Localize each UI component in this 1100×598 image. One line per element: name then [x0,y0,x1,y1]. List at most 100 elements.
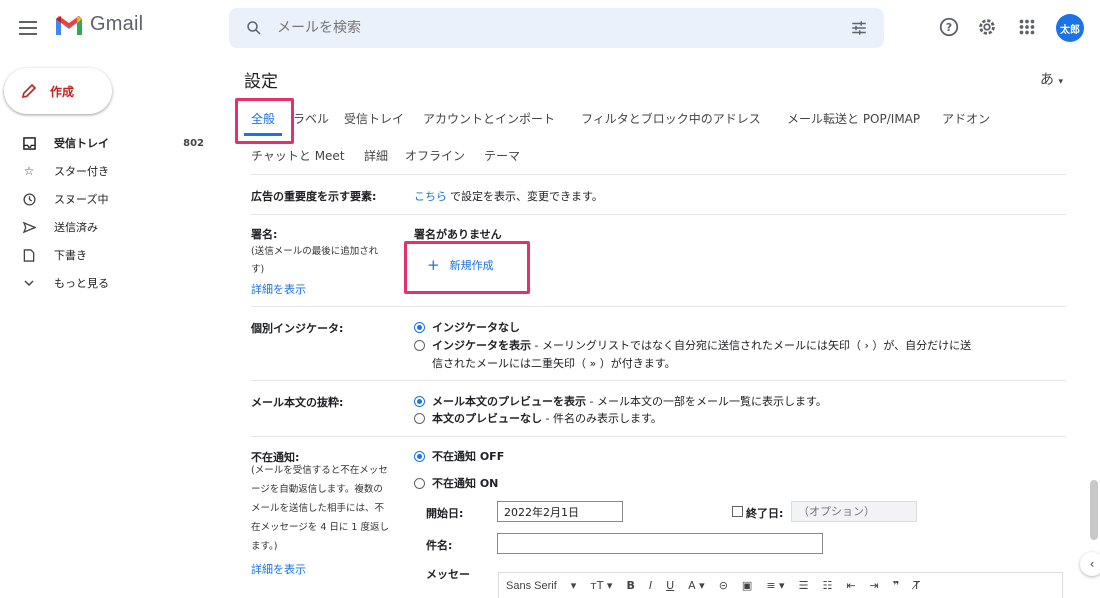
vacation-description-line: 在メッセージを 4 日に 1 度返し [251,522,389,533]
snippets-on-label: メール本文のプレビューを表示 - メール本文の一部をメール一覧に表示します。 [432,393,827,409]
side-panel-toggle-button[interactable]: ‹ [1080,552,1100,576]
end-date-label: 終了日: [746,507,784,520]
vacation-description-line: ージを自動返信します。複数の [251,484,383,495]
star-icon: ☆ [23,164,35,178]
vacation-description-line: (メールを受信すると不在メッセ [251,465,388,476]
highlight-box-new-signature [404,241,530,294]
font-family-select[interactable]: Sans Serif [499,580,564,592]
pencil-icon [21,83,37,99]
tab-forwarding[interactable]: メール転送と POP/IMAP [787,110,920,127]
input-tools-label: あ [1040,72,1054,88]
image-icon[interactable]: ▣ [735,579,759,592]
chevron-down-icon [22,276,36,290]
sidebar-item-label: 送信済み [54,221,98,234]
end-date-checkbox[interactable] [732,506,743,517]
remove-formatting-icon[interactable]: T̸ [906,579,927,592]
send-icon [22,220,36,234]
tab-labels[interactable]: ラベル [293,110,329,127]
vacation-off-radio[interactable] [414,451,425,462]
gear-icon[interactable] [976,16,998,38]
tab-inbox[interactable]: 受信トレイ [344,110,404,127]
svg-text:?: ? [946,21,952,34]
snippets-off-title: 本文のプレビューなし [432,412,542,425]
tab-filters[interactable]: フィルタとブロック中のアドレス [581,110,761,127]
search-input[interactable] [277,20,737,36]
sidebar-item-starred[interactable]: ☆ スター付き [0,157,215,185]
chevron-left-icon: ‹ [1089,557,1095,571]
indent-more-icon[interactable]: ⇥ [863,579,886,592]
apps-grid-icon[interactable] [1016,16,1038,38]
end-date-field[interactable] [791,501,917,522]
ads-settings-link[interactable]: こちら [414,188,447,204]
tab-themes[interactable]: テーマ [484,147,520,164]
italic-icon[interactable]: I [642,579,659,592]
vacation-details-link[interactable]: 詳細を表示 [251,561,306,577]
font-size-icon[interactable]: ᴛT ▾ [583,579,619,592]
search-icon[interactable] [245,19,263,37]
avatar[interactable]: 太郎 [1056,14,1084,42]
highlight-box-general-tab [235,98,294,144]
vacation-on-radio[interactable] [414,478,425,489]
top-bar: Gmail ? 太郎 [0,0,1100,56]
tab-advanced[interactable]: 詳細 [364,147,388,164]
indicator-label: 個別インジケータ: [251,322,344,335]
indicator-off-label: インジケータなし [432,321,520,334]
sidebar-item-inbox[interactable]: 受信トレイ 802 [0,129,215,157]
help-icon[interactable]: ? [938,16,960,38]
ads-description: で設定を表示、変更できます。 [450,190,603,203]
compose-button[interactable]: 作成 [4,68,112,114]
sidebar-item-snoozed[interactable]: スヌーズ中 [0,185,215,213]
indent-less-icon[interactable]: ⇤ [839,579,862,592]
sidebar-item-label: 下書き [54,249,87,262]
divider [251,436,1066,437]
signature-label: 署名: [251,228,278,241]
bulleted-list-icon[interactable]: ☷ [815,579,839,592]
snippets-on-radio[interactable] [414,396,425,407]
tab-chat-meet[interactable]: チャットと Meet [251,147,345,164]
snippets-on-title: メール本文のプレビューを表示 [432,395,586,408]
indicator-on-description: - メーリングリストではなく自分宛に送信されたメールには矢印（ › ）が、自分だ… [531,339,972,352]
indicator-on-label: インジケータを表示 - メーリングリストではなく自分宛に送信されたメールには矢印… [432,337,971,353]
tab-accounts[interactable]: アカウントとインポート [423,110,555,127]
search-options-icon[interactable] [850,19,868,37]
subject-field[interactable] [497,533,823,554]
align-icon[interactable]: ≡ ▾ [759,579,791,592]
main-menu-icon[interactable] [16,16,40,40]
underline-icon[interactable]: U [659,579,681,592]
sidebar-item-drafts[interactable]: 下書き [0,241,215,269]
scrollbar[interactable] [1090,480,1098,540]
formatting-toolbar: Sans Serif ▾ ᴛT ▾ B I U A ▾ ⊝ ▣ ≡ ▾ ☰ ☷ … [498,572,1063,598]
input-tools-button[interactable]: あ ▾ [1040,69,1063,89]
sidebar-item-more[interactable]: もっと見る [0,269,215,297]
clock-icon [22,192,36,206]
signature-details-link[interactable]: 詳細を表示 [251,281,306,297]
link-icon[interactable]: ⊝ [712,579,735,592]
divider [251,214,1066,215]
search-bar[interactable] [229,8,884,48]
vacation-description-line: ます。) [251,541,278,552]
inbox-icon [22,136,36,150]
snippets-off-description: - 件名のみ表示します。 [542,412,662,425]
tab-addons[interactable]: アドオン [942,110,990,127]
quote-icon[interactable]: ❞ [886,579,906,592]
bold-icon[interactable]: B [619,579,641,592]
sidebar-item-sent[interactable]: 送信済み [0,213,215,241]
start-date-field[interactable] [497,501,623,522]
text-color-icon[interactable]: A ▾ [681,579,712,592]
vacation-on-label: 不在通知 ON [432,477,499,490]
start-date-label: 開始日: [426,507,464,520]
indicator-on-title: インジケータを表示 [432,339,531,352]
no-signature-text: 署名がありません [414,228,502,241]
tab-offline[interactable]: オフライン [405,147,465,164]
numbered-list-icon[interactable]: ☰ [792,579,816,592]
indicator-off-radio[interactable] [414,322,425,333]
indicator-on-radio[interactable] [414,340,425,351]
subject-label: 件名: [426,539,453,552]
signature-description-line1: (送信メールの最後に追加され [251,246,379,257]
unread-count: 802 [183,137,204,149]
snippets-off-radio[interactable] [414,413,425,424]
page-title: 設定 [244,72,278,92]
message-label: メッセー [426,568,470,581]
gmail-logo[interactable]: Gmail [54,13,143,36]
chevron-down-icon[interactable]: ▾ [564,579,584,592]
